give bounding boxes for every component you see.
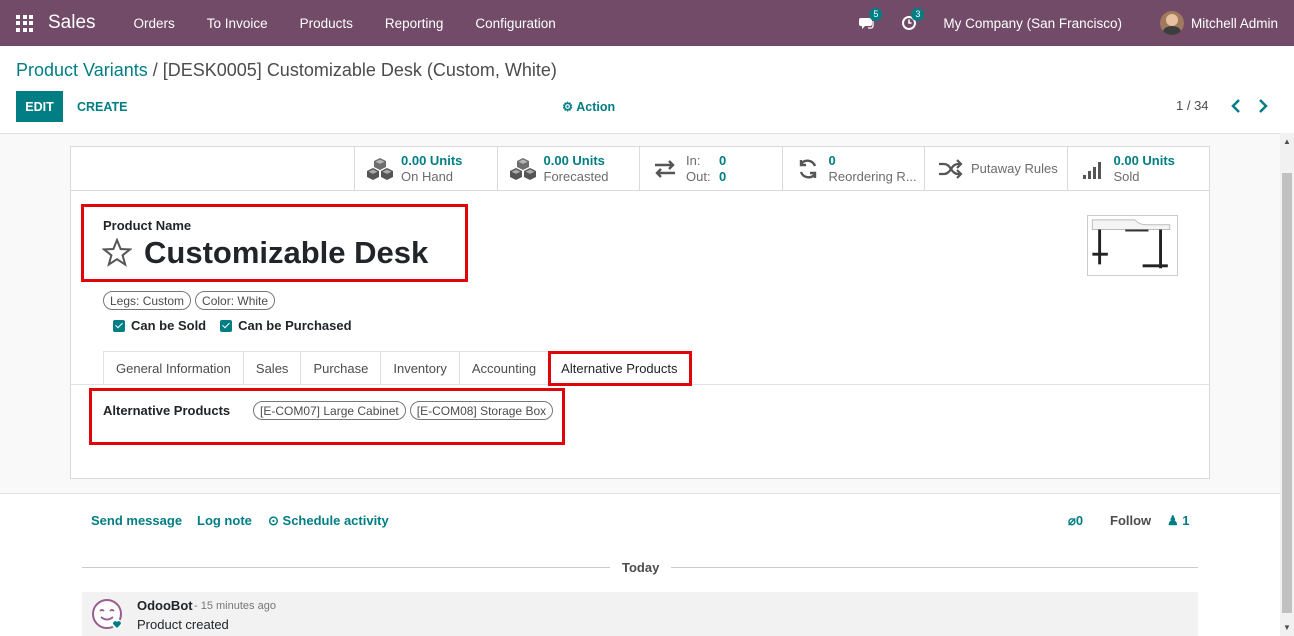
- follow-button[interactable]: Follow: [1110, 513, 1151, 528]
- scroll-down-arrow-icon[interactable]: ▼: [1283, 623, 1291, 632]
- forecasted-button[interactable]: 0.00 Units Forecasted: [496, 147, 640, 190]
- attachments-button[interactable]: ⌀0: [1068, 513, 1083, 529]
- breadcrumb-product-variants[interactable]: Product Variants: [16, 60, 148, 80]
- tab-general-information[interactable]: General Information: [103, 351, 243, 385]
- activities-clock-icon[interactable]: 3: [901, 8, 925, 31]
- form-sheet: 0.00 Units On Hand 0.00 Units Forecasted…: [70, 146, 1210, 479]
- pager-next-icon[interactable]: [1256, 97, 1270, 115]
- product-image[interactable]: [1087, 215, 1178, 276]
- user-menu[interactable]: Mitchell Admin: [1191, 16, 1278, 31]
- tab-sales[interactable]: Sales: [242, 351, 301, 385]
- activities-badge: 3: [911, 8, 925, 21]
- refresh-icon: [795, 157, 821, 181]
- putaway-rules-button[interactable]: Putaway Rules: [924, 147, 1067, 190]
- pager-value[interactable]: 1 / 34: [1176, 98, 1209, 113]
- odoobot-avatar: [91, 598, 123, 630]
- sold-label: Sold: [1113, 168, 1140, 184]
- product-name-highlight: [81, 204, 468, 282]
- in-out-button[interactable]: In: 0 Out: 0: [639, 147, 782, 190]
- action-label: Action: [576, 100, 616, 114]
- main-menu: Orders To Invoice Products Reporting Con…: [118, 16, 572, 31]
- putaway-label: Putaway Rules: [971, 160, 1058, 176]
- cubes-icon: [367, 157, 393, 181]
- reordering-rules-button[interactable]: 0 Reordering R...: [781, 147, 925, 190]
- attribute-tag: Legs: Custom: [103, 291, 192, 310]
- active-tab-highlight: [548, 351, 692, 386]
- alternative-products-highlight: [89, 388, 565, 445]
- menu-products[interactable]: Products: [284, 16, 369, 31]
- forecasted-value: 0.00 Units: [543, 152, 605, 168]
- date-separator: Today: [610, 560, 672, 575]
- in-value: 0: [719, 152, 727, 168]
- sale-purchase-checkboxes: Can be Sold Can be Purchased: [113, 318, 366, 333]
- can-be-sold-checkbox[interactable]: [113, 319, 125, 332]
- out-label: Out:: [686, 168, 711, 184]
- schedule-activity-label: Schedule activity: [282, 513, 389, 528]
- gear-icon: ⚙: [562, 100, 574, 114]
- signal-icon: [1080, 157, 1106, 181]
- on-hand-label: On Hand: [401, 168, 454, 184]
- reordering-label: Reordering R...: [828, 168, 917, 184]
- out-value: 0: [719, 168, 727, 184]
- sold-button[interactable]: 0.00 Units Sold: [1066, 147, 1210, 190]
- attachments-count: 0: [1075, 513, 1084, 528]
- scrollbar-thumb[interactable]: [1282, 173, 1292, 613]
- can-be-sold-label: Can be Sold: [131, 318, 207, 333]
- smart-button-box: 0.00 Units On Hand 0.00 Units Forecasted…: [354, 147, 1209, 191]
- log-note-button[interactable]: Log note: [197, 513, 252, 528]
- action-menu-button[interactable]: ⚙ Action: [562, 99, 615, 114]
- exchange-icon: [652, 157, 678, 181]
- attribute-tags: Legs: Custom Color: White: [103, 291, 279, 310]
- create-button[interactable]: CREATE: [77, 91, 127, 122]
- send-message-button[interactable]: Send message: [91, 513, 182, 528]
- message-body: Product created: [137, 617, 229, 632]
- on-hand-value: 0.00 Units: [401, 152, 463, 168]
- user-icon: ♟: [1167, 513, 1179, 528]
- page-scrollbar[interactable]: ▲ ▼: [1280, 133, 1294, 636]
- reordering-value: 0: [828, 152, 836, 168]
- on-hand-button[interactable]: 0.00 Units On Hand: [354, 147, 497, 190]
- random-icon: [937, 157, 963, 181]
- messaging-icon[interactable]: 5: [859, 8, 883, 31]
- breadcrumb-current: [DESK0005] Customizable Desk (Custom, Wh…: [162, 60, 557, 80]
- menu-configuration[interactable]: Configuration: [459, 16, 571, 31]
- menu-orders[interactable]: Orders: [118, 16, 191, 31]
- message-timestamp: - 15 minutes ago: [194, 600, 276, 612]
- message-author[interactable]: OdooBot: [137, 598, 193, 613]
- edit-button[interactable]: EDIT: [16, 91, 63, 122]
- user-avatar[interactable]: [1159, 11, 1184, 35]
- forecasted-label: Forecasted: [543, 168, 609, 184]
- chatter-message: OdooBot - 15 minutes ago Product created: [82, 592, 1198, 636]
- pager-previous-icon[interactable]: [1229, 97, 1243, 115]
- can-be-purchased-checkbox[interactable]: [220, 319, 233, 332]
- clock-icon: ⊙: [268, 513, 279, 528]
- app-name[interactable]: Sales: [48, 12, 96, 34]
- chatter-divider: [0, 493, 1280, 494]
- tab-purchase[interactable]: Purchase: [300, 351, 381, 385]
- can-be-purchased-label: Can be Purchased: [238, 318, 352, 333]
- attribute-tag: Color: White: [195, 291, 276, 310]
- apps-menu-icon[interactable]: [16, 14, 33, 32]
- scroll-up-arrow-icon[interactable]: ▲: [1283, 137, 1291, 146]
- menu-reporting[interactable]: Reporting: [369, 16, 460, 31]
- followers-count: 1: [1182, 513, 1190, 528]
- sold-value: 0.00 Units: [1113, 152, 1175, 168]
- schedule-activity-button[interactable]: ⊙ Schedule activity: [268, 513, 389, 529]
- company-switcher[interactable]: My Company (San Francisco): [943, 16, 1122, 31]
- systray: 5 3 My Company (San Francisco) Mitchell …: [859, 0, 1278, 46]
- tab-accounting[interactable]: Accounting: [458, 351, 549, 385]
- breadcrumb: Product Variants / [DESK0005] Customizab…: [16, 60, 557, 81]
- in-label: In:: [686, 152, 701, 168]
- messages-badge: 5: [869, 8, 883, 21]
- tab-inventory[interactable]: Inventory: [380, 351, 459, 385]
- top-navbar: Sales Orders To Invoice Products Reporti…: [0, 0, 1294, 46]
- cubes-icon: [509, 157, 536, 181]
- breadcrumb-separator: /: [147, 60, 163, 80]
- menu-to-invoice[interactable]: To Invoice: [191, 16, 284, 31]
- paperclip-icon: ⌀: [1068, 513, 1076, 528]
- followers-button[interactable]: ♟ 1: [1167, 513, 1190, 529]
